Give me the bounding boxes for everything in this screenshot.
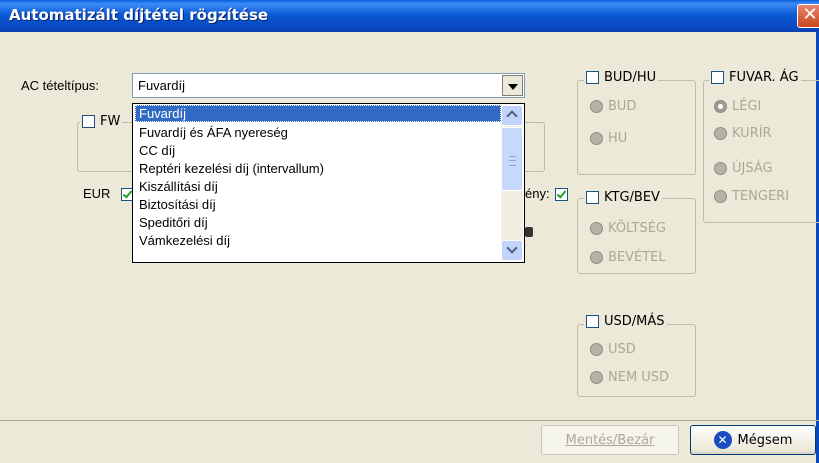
eny-label: ény:: [525, 186, 550, 201]
radio-koltseg[interactable]: KÖLTSÉG: [590, 221, 666, 236]
radio-kurir[interactable]: KURÍR: [714, 126, 772, 141]
radio-icon: [590, 343, 603, 356]
fw-checkbox[interactable]: [82, 115, 95, 128]
dropdown-option[interactable]: Fuvardíj és ÁFA nyereség: [135, 124, 501, 141]
radio-label: USD: [608, 342, 636, 357]
combo-dropdown-button[interactable]: [502, 75, 523, 96]
cancel-icon: ✕: [713, 431, 732, 449]
partial-icon: [525, 227, 533, 237]
radio-label: ÚJSÁG: [732, 161, 773, 176]
window-title: Automatizált díjtétel rögzítése: [9, 6, 269, 24]
save-close-button[interactable]: Mentés/Bezár: [541, 425, 679, 455]
ktg-bev-title[interactable]: KTG/BEV: [584, 190, 662, 205]
usd-mas-groupbox: [577, 324, 696, 397]
grip-icon: [509, 156, 516, 166]
arrow-down-icon: [508, 84, 518, 90]
radio-icon: [714, 162, 727, 175]
title-bar: Automatizált díjtétel rögzítése: [0, 0, 819, 32]
radio-icon: [590, 222, 603, 235]
radio-icon: [590, 100, 603, 113]
dropdown-option[interactable]: Reptéri kezelési díj (intervallum): [135, 160, 501, 177]
chevron-down-icon: [506, 242, 518, 254]
fuvar-ag-title[interactable]: FUVAR. ÁG: [709, 70, 801, 85]
radio-icon: [590, 132, 603, 145]
dropdown-option[interactable]: Speditőri díj: [135, 214, 501, 231]
radio-icon: [714, 100, 727, 113]
radio-legi[interactable]: LÉGI: [714, 99, 761, 114]
bud-hu-groupbox: [577, 80, 696, 175]
fuvar-ag-label: FUVAR. ÁG: [729, 70, 799, 85]
radio-label: KÖLTSÉG: [608, 221, 666, 236]
scroll-up-button[interactable]: [501, 105, 523, 126]
radio-label: KURÍR: [732, 126, 772, 141]
radio-icon: [590, 251, 603, 264]
usd-mas-title[interactable]: USD/MÁS: [584, 314, 667, 329]
bud-hu-checkbox[interactable]: [586, 71, 599, 84]
usd-mas-label: USD/MÁS: [604, 314, 665, 329]
radio-tengeri[interactable]: TENGERI: [714, 189, 789, 204]
ac-type-value: Fuvardíj: [138, 78, 185, 93]
radio-label: BEVÉTEL: [608, 250, 666, 265]
radio-hu[interactable]: HU: [590, 131, 627, 146]
close-button[interactable]: ✕: [797, 4, 819, 28]
radio-icon: [714, 190, 727, 203]
radio-nem-usd[interactable]: NEM USD: [590, 370, 669, 385]
ktg-bev-label: KTG/BEV: [604, 190, 660, 205]
dropdown-option[interactable]: Kiszállítási díj: [135, 178, 501, 195]
radio-label: HU: [608, 131, 628, 146]
usd-mas-checkbox[interactable]: [586, 315, 599, 328]
fw-group-title[interactable]: FW: [80, 114, 123, 129]
dropdown-option[interactable]: Biztosítási díj: [135, 196, 501, 213]
radio-ujsag[interactable]: ÚJSÁG: [714, 161, 773, 176]
radio-label: LÉGI: [732, 99, 762, 114]
save-close-label: Mentés/Bezár: [565, 432, 655, 448]
radio-label: NEM USD: [608, 370, 670, 385]
fuvar-ag-checkbox[interactable]: [711, 71, 724, 84]
scrollbar-thumb[interactable]: [501, 127, 523, 191]
radio-usd[interactable]: USD: [590, 342, 636, 357]
radio-label: BUD: [608, 99, 637, 114]
dropdown-option[interactable]: Fuvardíj: [135, 105, 501, 122]
radio-bevetel[interactable]: BEVÉTEL: [590, 250, 666, 265]
bud-hu-title[interactable]: BUD/HU: [584, 70, 659, 85]
close-icon: ✕: [802, 4, 818, 25]
dropdown-scrollbar[interactable]: [501, 105, 523, 261]
eny-checkbox[interactable]: [555, 188, 568, 201]
radio-icon: [590, 371, 603, 384]
scroll-down-button[interactable]: [501, 240, 523, 261]
radio-icon: [714, 127, 727, 140]
footer-separator: [0, 420, 819, 421]
chevron-up-icon: [506, 110, 518, 122]
eur-label: EUR: [83, 186, 111, 201]
radio-bud[interactable]: BUD: [590, 99, 636, 114]
dropdown-option[interactable]: CC díj: [135, 142, 501, 159]
fw-label: FW: [100, 114, 121, 129]
dropdown-option[interactable]: Vámkezelési díj: [135, 232, 501, 249]
ac-type-dropdown-list[interactable]: Fuvardíj Fuvardíj és ÁFA nyereség CC díj…: [132, 103, 525, 263]
ac-type-label: AC tételtípus:: [21, 78, 100, 93]
cancel-label: Mégsem: [737, 432, 793, 448]
ac-type-combobox[interactable]: Fuvardíj: [132, 73, 525, 98]
ktg-bev-checkbox[interactable]: [586, 191, 599, 204]
bud-hu-label: BUD/HU: [604, 70, 657, 85]
radio-label: TENGERI: [732, 189, 790, 204]
cancel-button[interactable]: ✕ Mégsem: [690, 425, 816, 455]
